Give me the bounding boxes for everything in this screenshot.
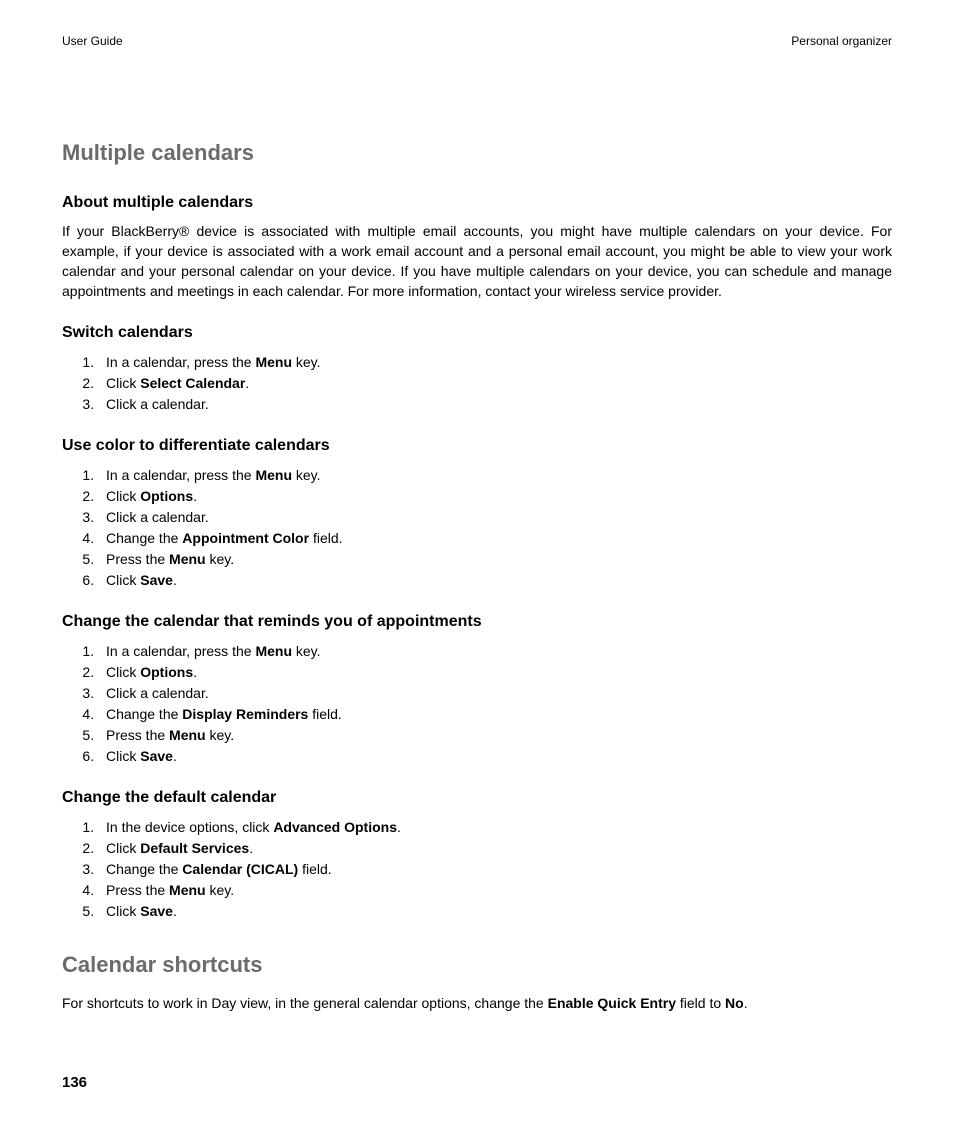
subsection-switch-calendars: Switch calendars xyxy=(62,324,892,342)
list-item: Click a calendar. xyxy=(98,394,892,415)
list-item: In a calendar, press the Menu key. xyxy=(98,352,892,373)
section-title-calendar-shortcuts: Calendar shortcuts xyxy=(62,952,892,978)
page-header: User Guide Personal organizer xyxy=(62,34,892,48)
header-left: User Guide xyxy=(62,34,123,48)
list-item: In a calendar, press the Menu key. xyxy=(98,465,892,486)
steps-change-default-calendar: In the device options, click Advanced Op… xyxy=(62,817,892,922)
list-item: Press the Menu key. xyxy=(98,880,892,901)
subsection-change-reminder-calendar: Change the calendar that reminds you of … xyxy=(62,613,892,631)
list-item: Click Default Services. xyxy=(98,838,892,859)
subsection-change-default-calendar: Change the default calendar xyxy=(62,789,892,807)
list-item: Change the Calendar (CICAL) field. xyxy=(98,859,892,880)
list-item: Change the Appointment Color field. xyxy=(98,528,892,549)
steps-switch-calendars: In a calendar, press the Menu key. Click… xyxy=(62,352,892,415)
list-item: Press the Menu key. xyxy=(98,725,892,746)
list-item: Change the Display Reminders field. xyxy=(98,704,892,725)
list-item: Click Options. xyxy=(98,486,892,507)
list-item: Click Save. xyxy=(98,746,892,767)
header-right: Personal organizer xyxy=(791,34,892,48)
section-title-multiple-calendars: Multiple calendars xyxy=(62,140,892,166)
steps-use-color: In a calendar, press the Menu key. Click… xyxy=(62,465,892,591)
list-item: Click a calendar. xyxy=(98,507,892,528)
list-item: Click a calendar. xyxy=(98,683,892,704)
subsection-about-multiple-calendars: About multiple calendars xyxy=(62,194,892,212)
list-item: In the device options, click Advanced Op… xyxy=(98,817,892,838)
list-item: Click Save. xyxy=(98,901,892,922)
list-item: In a calendar, press the Menu key. xyxy=(98,641,892,662)
document-page: User Guide Personal organizer Multiple c… xyxy=(0,0,954,1145)
page-number: 136 xyxy=(62,1074,87,1091)
list-item: Click Save. xyxy=(98,570,892,591)
list-item: Press the Menu key. xyxy=(98,549,892,570)
steps-change-reminder-calendar: In a calendar, press the Menu key. Click… xyxy=(62,641,892,767)
list-item: Click Options. xyxy=(98,662,892,683)
subsection-use-color: Use color to differentiate calendars xyxy=(62,437,892,455)
paragraph-calendar-shortcuts: For shortcuts to work in Day view, in th… xyxy=(62,994,892,1014)
list-item: Click Select Calendar. xyxy=(98,373,892,394)
paragraph-about-multiple-calendars: If your BlackBerry® device is associated… xyxy=(62,222,892,302)
